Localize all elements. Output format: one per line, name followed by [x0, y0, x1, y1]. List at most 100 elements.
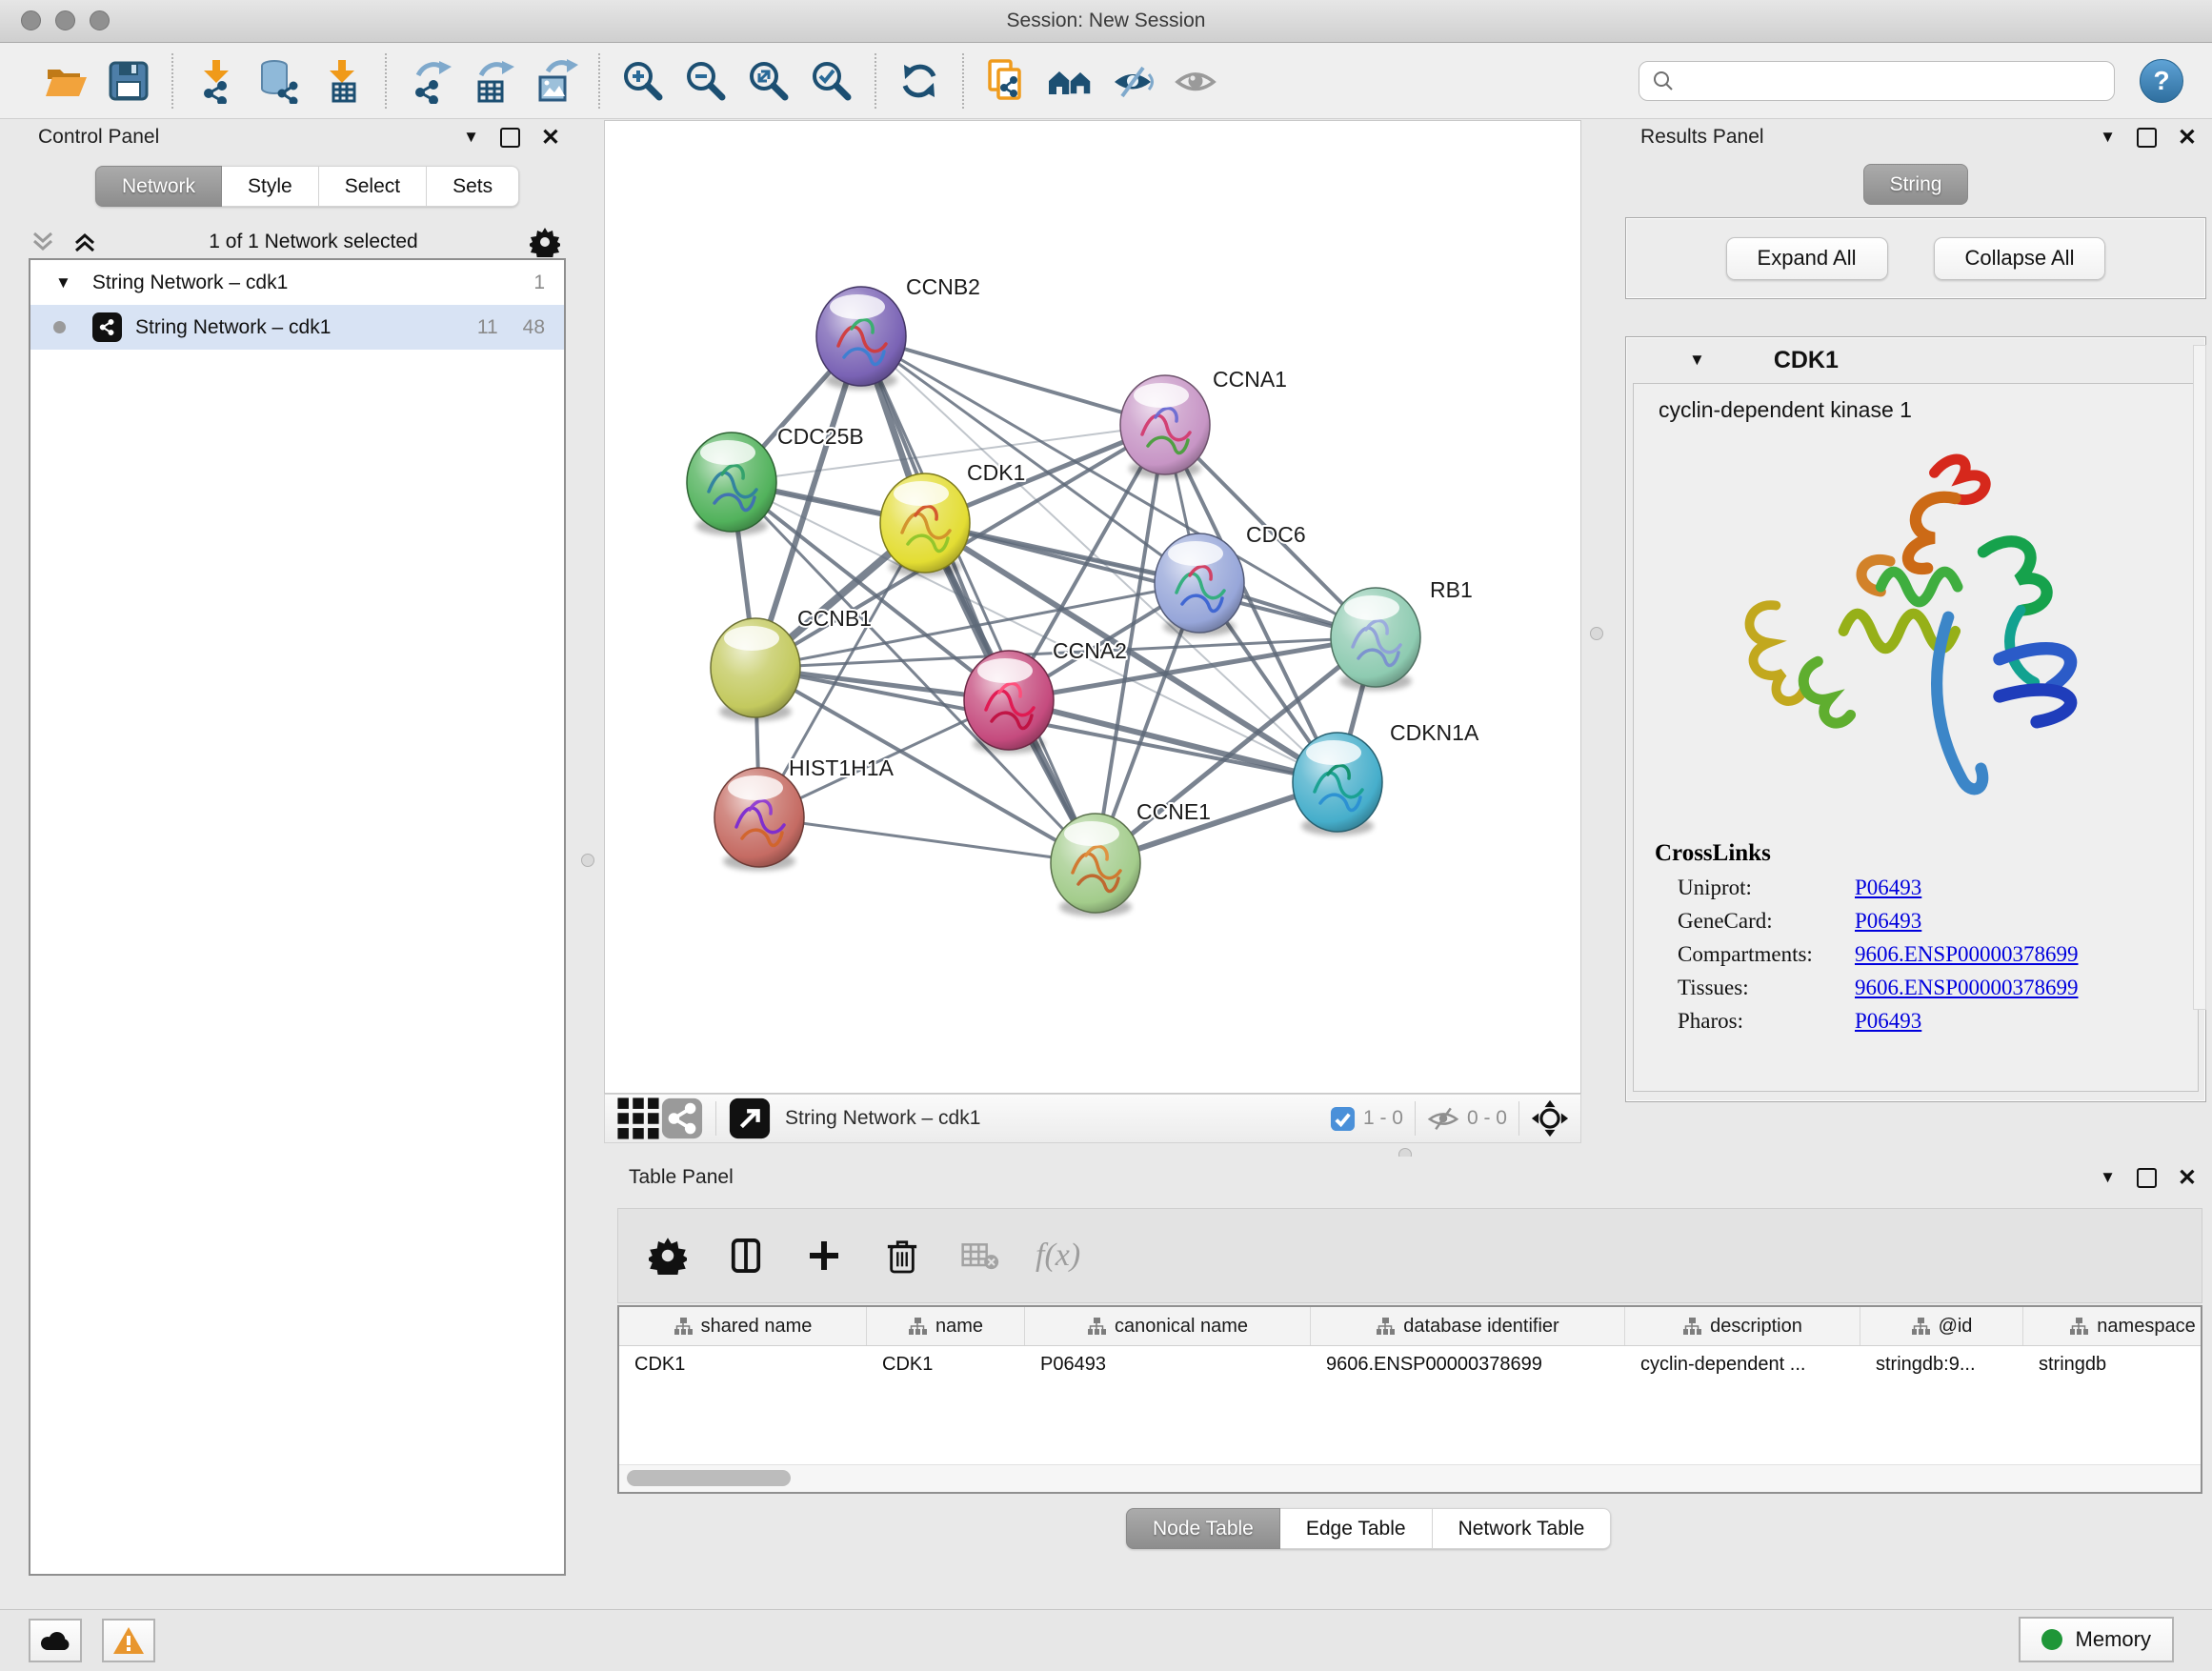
table-panel-collapse-icon[interactable]: ▼: [2100, 1168, 2116, 1187]
delete-column-button[interactable]: [879, 1233, 925, 1278]
crosslink-row: Uniprot:P06493: [1678, 876, 2198, 900]
import-network-file-button[interactable]: [185, 51, 248, 111]
table-horizontal-scrollbar[interactable]: [619, 1464, 2201, 1492]
window-minimize-button[interactable]: [55, 10, 75, 30]
window-zoom-button[interactable]: [90, 10, 110, 30]
tab-style[interactable]: Style: [222, 166, 319, 207]
results-panel-collapse-icon[interactable]: ▼: [2100, 128, 2116, 147]
control-panel-collapse-icon[interactable]: ▼: [463, 128, 479, 147]
network-node-HIST1H1A[interactable]: [714, 768, 804, 871]
network-canvas[interactable]: CCNB2CCNA1CDC25BCDK1CDC6RB1CCNB1CCNA2CDK…: [604, 120, 1581, 1094]
import-table-file-button[interactable]: [311, 51, 373, 111]
first-neighbors-button[interactable]: [1038, 51, 1101, 111]
apply-layout-button[interactable]: [888, 51, 951, 111]
column-header-canonical-name[interactable]: canonical name: [1025, 1307, 1311, 1345]
duplicate-network-button[interactable]: [975, 51, 1038, 111]
tab-string[interactable]: String: [1863, 164, 1969, 205]
memory-button[interactable]: Memory: [2019, 1617, 2174, 1662]
control-panel-close-icon[interactable]: ✕: [541, 130, 560, 146]
zoom-selected-button[interactable]: [800, 51, 863, 111]
collapse-all-icon[interactable]: [30, 230, 55, 254]
tab-select[interactable]: Select: [319, 166, 427, 207]
results-scrollbar[interactable]: [2193, 345, 2206, 1010]
zoom-fit-button[interactable]: [737, 51, 800, 111]
hide-selected-button[interactable]: [1101, 51, 1164, 111]
network-node-RB1[interactable]: [1331, 588, 1420, 691]
network-node-CDK1[interactable]: [880, 473, 970, 576]
tab-network-table[interactable]: Network Table: [1433, 1508, 1612, 1549]
import-network-database-button[interactable]: [248, 51, 311, 111]
crosslink-link[interactable]: 9606.ENSP00000378699: [1855, 976, 2079, 1000]
show-all-button[interactable]: [1164, 51, 1227, 111]
network-node-CDKN1A[interactable]: [1293, 733, 1382, 836]
column-header-name[interactable]: name: [867, 1307, 1025, 1345]
network-node-CCNE1[interactable]: [1051, 814, 1140, 916]
tab-network[interactable]: Network: [95, 166, 222, 207]
save-session-button[interactable]: [97, 51, 160, 111]
help-button[interactable]: ?: [2140, 59, 2183, 103]
network-options-gear-icon[interactable]: [530, 227, 560, 257]
export-table-icon: [470, 58, 515, 104]
cloud-icon: [39, 1629, 71, 1652]
column-header-namespace[interactable]: namespace: [2023, 1307, 2202, 1345]
column-header-description[interactable]: description: [1625, 1307, 1860, 1345]
show-columns-button[interactable]: [723, 1233, 769, 1278]
zoom-selected-icon: [809, 58, 855, 104]
tab-node-table[interactable]: Node Table: [1126, 1508, 1280, 1549]
create-column-button[interactable]: [801, 1233, 847, 1278]
network-node-CCNB1[interactable]: [711, 618, 800, 721]
expand-all-icon[interactable]: [72, 230, 97, 254]
control-panel-float-icon[interactable]: [500, 128, 520, 148]
detach-view-button[interactable]: [728, 1097, 772, 1140]
grid-mode-button[interactable]: [616, 1097, 660, 1140]
scrollbar-thumb[interactable]: [627, 1470, 791, 1486]
collapse-all-button[interactable]: Collapse All: [1934, 237, 2106, 280]
results-panel-close-icon[interactable]: ✕: [2178, 130, 2197, 146]
right-splitter-handle[interactable]: [1590, 627, 1603, 640]
zoom-in-button[interactable]: [612, 51, 674, 111]
tab-sets[interactable]: Sets: [427, 166, 519, 207]
titlebar: Session: New Session: [0, 0, 2212, 43]
crosslink-label: GeneCard:: [1678, 909, 1855, 934]
crosslink-row: GeneCard:P06493: [1678, 909, 2198, 934]
column-header-database-identifier[interactable]: database identifier: [1311, 1307, 1625, 1345]
crosslink-link[interactable]: P06493: [1855, 909, 1921, 934]
table-panel-close-icon[interactable]: ✕: [2178, 1170, 2197, 1186]
toolbar-separator: [171, 53, 173, 109]
export-table-button[interactable]: [461, 51, 524, 111]
selected-checkbox-icon[interactable]: [1330, 1106, 1356, 1132]
network-row[interactable]: String Network – cdk1 11 48: [30, 305, 564, 350]
entry-collapse-icon[interactable]: ▼: [1689, 351, 1705, 370]
table-panel-float-icon[interactable]: [2137, 1168, 2157, 1188]
crosslink-link[interactable]: 9606.ENSP00000378699: [1855, 942, 2079, 967]
export-image-button[interactable]: [524, 51, 587, 111]
network-node-CCNA1[interactable]: [1120, 375, 1210, 478]
search-input[interactable]: [1639, 61, 2115, 101]
results-panel-float-icon[interactable]: [2137, 128, 2157, 148]
left-splitter-handle[interactable]: [581, 854, 594, 867]
column-header-shared-name[interactable]: shared name: [619, 1307, 867, 1345]
network-node-CDC6[interactable]: [1155, 534, 1244, 636]
table-tabs: Node TableEdge TableNetwork Table: [1126, 1508, 1611, 1549]
network-node-CDC25B[interactable]: [687, 433, 776, 535]
collection-expand-icon[interactable]: ▼: [55, 273, 71, 292]
network-view-title: String Network – cdk1: [785, 1107, 980, 1130]
open-session-button[interactable]: [34, 51, 97, 111]
network-collection-row[interactable]: ▼ String Network – cdk1 1: [30, 260, 564, 305]
pan-crosshair-icon[interactable]: [1531, 1099, 1569, 1137]
table-options-button[interactable]: [645, 1233, 691, 1278]
zoom-out-button[interactable]: [674, 51, 737, 111]
cloud-status-button[interactable]: [29, 1619, 82, 1662]
tab-edge-table[interactable]: Edge Table: [1280, 1508, 1433, 1549]
crosslink-link[interactable]: P06493: [1855, 876, 1921, 900]
toolbar-separator: [962, 53, 964, 109]
network-graph[interactable]: CCNB2CCNA1CDC25BCDK1CDC6RB1CCNB1CCNA2CDK…: [605, 121, 1580, 1093]
crosslink-link[interactable]: P06493: [1855, 1009, 1921, 1034]
column-header-@id[interactable]: @id: [1860, 1307, 2023, 1345]
window-close-button[interactable]: [21, 10, 41, 30]
network-overview-button[interactable]: [660, 1097, 704, 1140]
table-row[interactable]: CDK1CDK1P064939606.ENSP00000378699cyclin…: [619, 1346, 2201, 1384]
warnings-button[interactable]: [102, 1619, 155, 1662]
export-network-button[interactable]: [398, 51, 461, 111]
expand-all-button[interactable]: Expand All: [1726, 237, 1888, 280]
